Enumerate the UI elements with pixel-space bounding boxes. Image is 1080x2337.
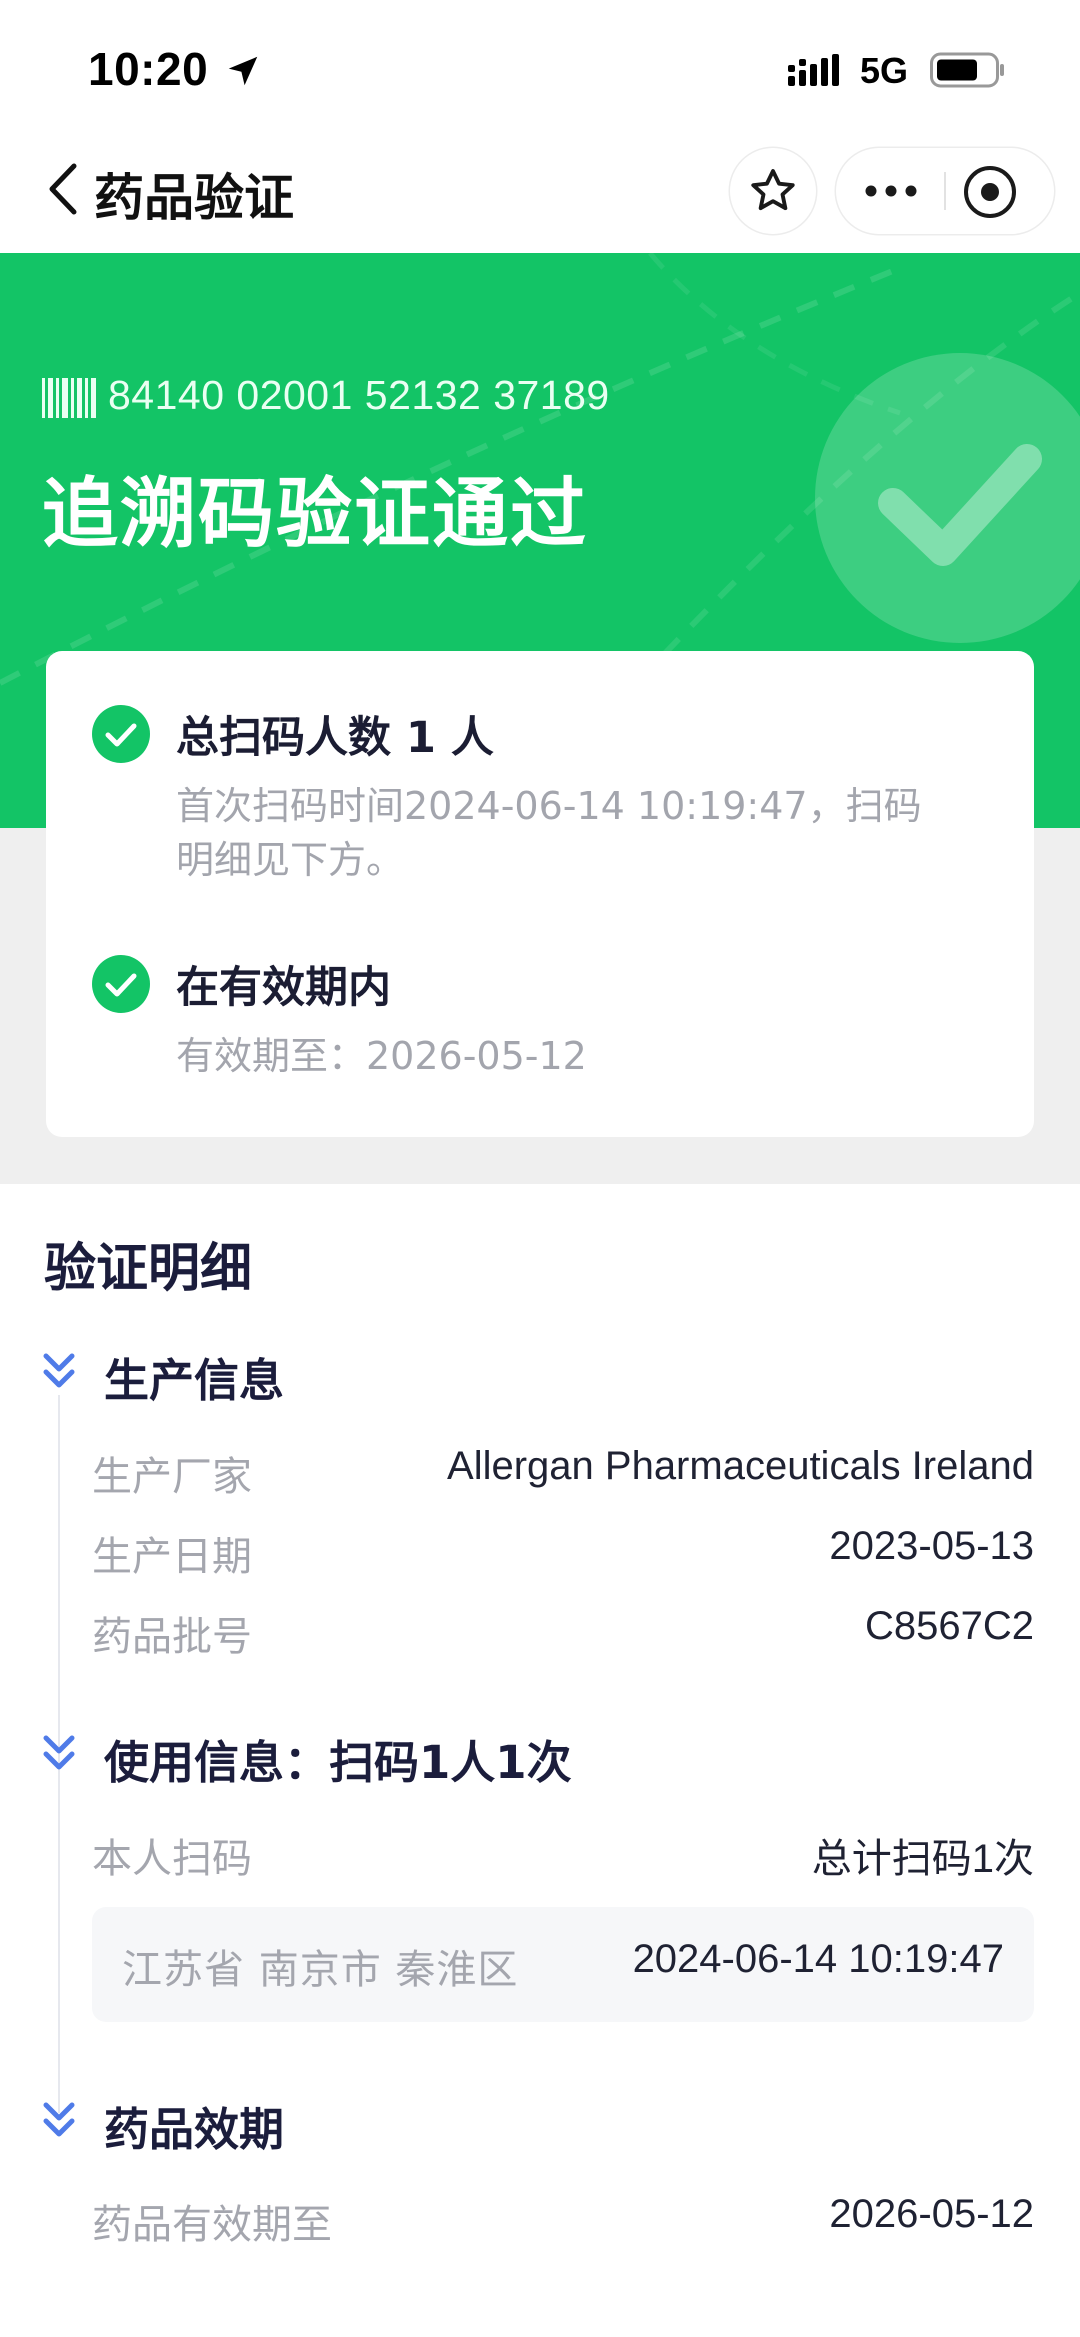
- check-circle-icon: [92, 955, 150, 1013]
- batch-number-label: 药品批号: [92, 1614, 252, 1660]
- check-circle-icon: [92, 705, 150, 763]
- battery-icon: [930, 52, 1004, 88]
- expiry-date-label: 药品有效期至: [92, 2202, 332, 2248]
- production-date-value: 2023-05-13: [829, 1524, 1034, 1568]
- favorite-button[interactable]: [730, 148, 816, 234]
- network-label: 5G: [860, 50, 909, 91]
- validity-date-text: 有效期至：2026-05-12: [176, 1034, 587, 1078]
- self-scan-label: 本人扫码: [92, 1836, 252, 1882]
- scan-record-row: 江苏省 南京市 秦淮区 2024-06-14 10:19:47: [92, 1907, 1034, 2022]
- drug-expiry-title: 药品效期: [104, 2103, 285, 2156]
- verify-status-title: 追溯码验证通过: [42, 469, 588, 558]
- scan-count-title: 总扫码人数 1 人: [176, 713, 494, 763]
- back-arrow-icon[interactable]: [44, 158, 84, 220]
- close-target-icon[interactable]: [962, 164, 1018, 220]
- result-card: 总扫码人数 1 人 首次扫码时间2024-06-14 10:19:47，扫码 明…: [46, 651, 1034, 1137]
- trace-code: 84140 02001 52132 37189: [108, 372, 610, 418]
- double-chevron-down-icon: [43, 1735, 75, 1770]
- usage-info-title: 使用信息：扫码1人1次: [104, 1736, 572, 1789]
- more-icon[interactable]: [862, 177, 920, 205]
- total-scan-value: 总计扫码1次: [811, 1837, 1034, 1881]
- first-scan-text: 首次扫码时间2024-06-14 10:19:47，扫码: [176, 784, 922, 828]
- expiry-date-value: 2026-05-12: [829, 2192, 1034, 2236]
- scan-time: 2024-06-14 10:19:47: [632, 1937, 1004, 1981]
- manufacturer-value: Allergan Pharmaceuticals Ireland: [447, 1444, 1034, 1488]
- double-chevron-down-icon: [43, 2102, 75, 2137]
- status-time: 10:20: [88, 43, 209, 95]
- star-icon: [751, 169, 795, 211]
- batch-number-value: C8567C2: [864, 1604, 1034, 1648]
- first-scan-text-cont: 明细见下方。: [176, 838, 405, 882]
- verified-check-icon: [815, 353, 1080, 643]
- barcode-icon: [42, 378, 96, 418]
- validity-title: 在有效期内: [176, 963, 391, 1013]
- production-info-title: 生产信息: [104, 1354, 285, 1407]
- capsule-divider: [944, 172, 946, 210]
- location-arrow-icon: [228, 56, 258, 86]
- manufacturer-label: 生产厂家: [92, 1454, 252, 1500]
- double-chevron-down-icon: [43, 1353, 75, 1388]
- signal-icon: [788, 54, 839, 86]
- miniprogram-capsule: [836, 148, 1054, 234]
- production-date-label: 生产日期: [92, 1534, 252, 1580]
- details-section-title: 验证明细: [44, 1239, 253, 1299]
- scan-location: 江苏省 南京市 秦淮区: [122, 1947, 519, 1993]
- page-title: 药品验证: [94, 169, 294, 227]
